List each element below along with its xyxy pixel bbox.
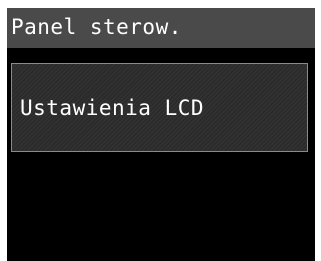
menu-item-lcd-settings[interactable]: Ustawienia LCD [11,63,308,152]
menu-item-label: Ustawienia LCD [20,96,205,120]
screen-title: Panel sterow. [11,15,182,39]
title-bar: Panel sterow. [7,8,315,48]
lcd-screen: Panel sterow. Ustawienia LCD [7,8,315,261]
